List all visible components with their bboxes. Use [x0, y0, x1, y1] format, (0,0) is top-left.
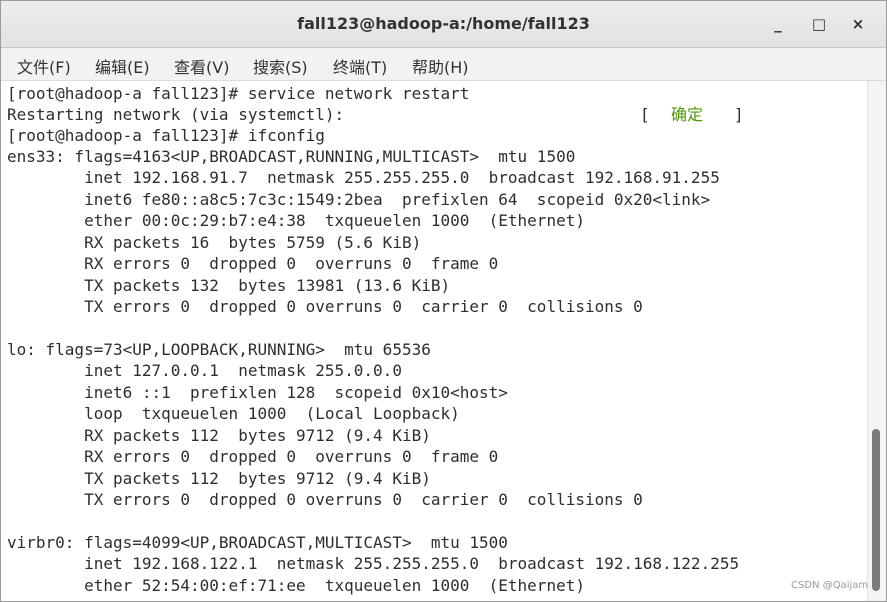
terminal-line: [root@hadoop-a fall123]# service network…: [7, 84, 470, 103]
terminal-line: RX packets 112 bytes 9712 (9.4 KiB): [7, 426, 431, 445]
terminal-line: Restarting network (via systemctl):: [7, 105, 345, 124]
terminal-output[interactable]: [root@hadoop-a fall123]# service network…: [1, 81, 867, 601]
terminal-line: RX errors 0 dropped 0 overruns 0 frame 0: [7, 254, 499, 273]
terminal-line: TX packets 132 bytes 13981 (13.6 KiB): [7, 276, 451, 295]
status-open-bracket: [: [640, 105, 650, 124]
terminal-line: inet6 fe80::a8c5:7c3c:1549:2bea prefixle…: [7, 190, 711, 209]
terminal-line: RX packets 16 bytes 5759 (5.6 KiB): [7, 233, 422, 252]
window-title: fall123@hadoop-a:/home/fall123: [297, 14, 590, 33]
terminal-line: inet 192.168.122.1 netmask 255.255.255.0…: [7, 554, 740, 573]
menu-bar: 文件(F) 编辑(E) 查看(V) 搜索(S) 终端(T) 帮助(H): [1, 48, 886, 81]
terminal-line: ens33: flags=4163<UP,BROADCAST,RUNNING,M…: [7, 147, 576, 166]
status-close-bracket: ]: [734, 105, 744, 124]
terminal-window: fall123@hadoop-a:/home/fall123 _ □ × 文件(…: [0, 0, 887, 602]
menu-view[interactable]: 查看(V): [174, 54, 229, 78]
menu-file[interactable]: 文件(F): [17, 54, 71, 78]
watermark: CSDN @Qaijam: [791, 580, 869, 591]
menu-terminal[interactable]: 终端(T): [333, 54, 387, 78]
terminal-line: TX errors 0 dropped 0 overruns 0 carrier…: [7, 297, 643, 316]
status-ok-text: 确定: [671, 105, 704, 124]
terminal-line: ether 52:54:00:ef:71:ee txqueuelen 1000 …: [7, 576, 585, 595]
terminal-line: inet 127.0.0.1 netmask 255.0.0.0: [7, 361, 402, 380]
terminal-line: ether 00:0c:29:b7:e4:38 txqueuelen 1000 …: [7, 211, 585, 230]
terminal-line: virbr0: flags=4099<UP,BROADCAST,MULTICAS…: [7, 533, 508, 552]
terminal-line: inet 192.168.91.7 netmask 255.255.255.0 …: [7, 168, 720, 187]
menu-help[interactable]: 帮助(H): [412, 54, 469, 78]
minimize-icon[interactable]: _: [765, 11, 791, 37]
terminal-line: [root@hadoop-a fall123]# ifconfig: [7, 126, 325, 145]
terminal-line: lo: flags=73<UP,LOOPBACK,RUNNING> mtu 65…: [7, 340, 431, 359]
close-icon[interactable]: ×: [845, 11, 871, 37]
menu-edit[interactable]: 编辑(E): [95, 54, 150, 78]
terminal-line: RX errors 0 dropped 0 overruns 0 frame 0: [7, 447, 499, 466]
terminal-line: TX packets 112 bytes 9712 (9.4 KiB): [7, 469, 431, 488]
terminal-line: loop txqueuelen 1000 (Local Loopback): [7, 404, 460, 423]
menu-search[interactable]: 搜索(S): [253, 54, 308, 78]
vertical-scrollbar[interactable]: [867, 81, 886, 601]
terminal-line: inet6 ::1 prefixlen 128 scopeid 0x10<hos…: [7, 383, 508, 402]
maximize-icon[interactable]: □: [806, 11, 832, 37]
title-bar[interactable]: fall123@hadoop-a:/home/fall123 _ □ ×: [1, 1, 886, 48]
terminal-line: TX errors 0 dropped 0 overruns 0 carrier…: [7, 490, 643, 509]
scrollbar-thumb[interactable]: [872, 429, 880, 591]
